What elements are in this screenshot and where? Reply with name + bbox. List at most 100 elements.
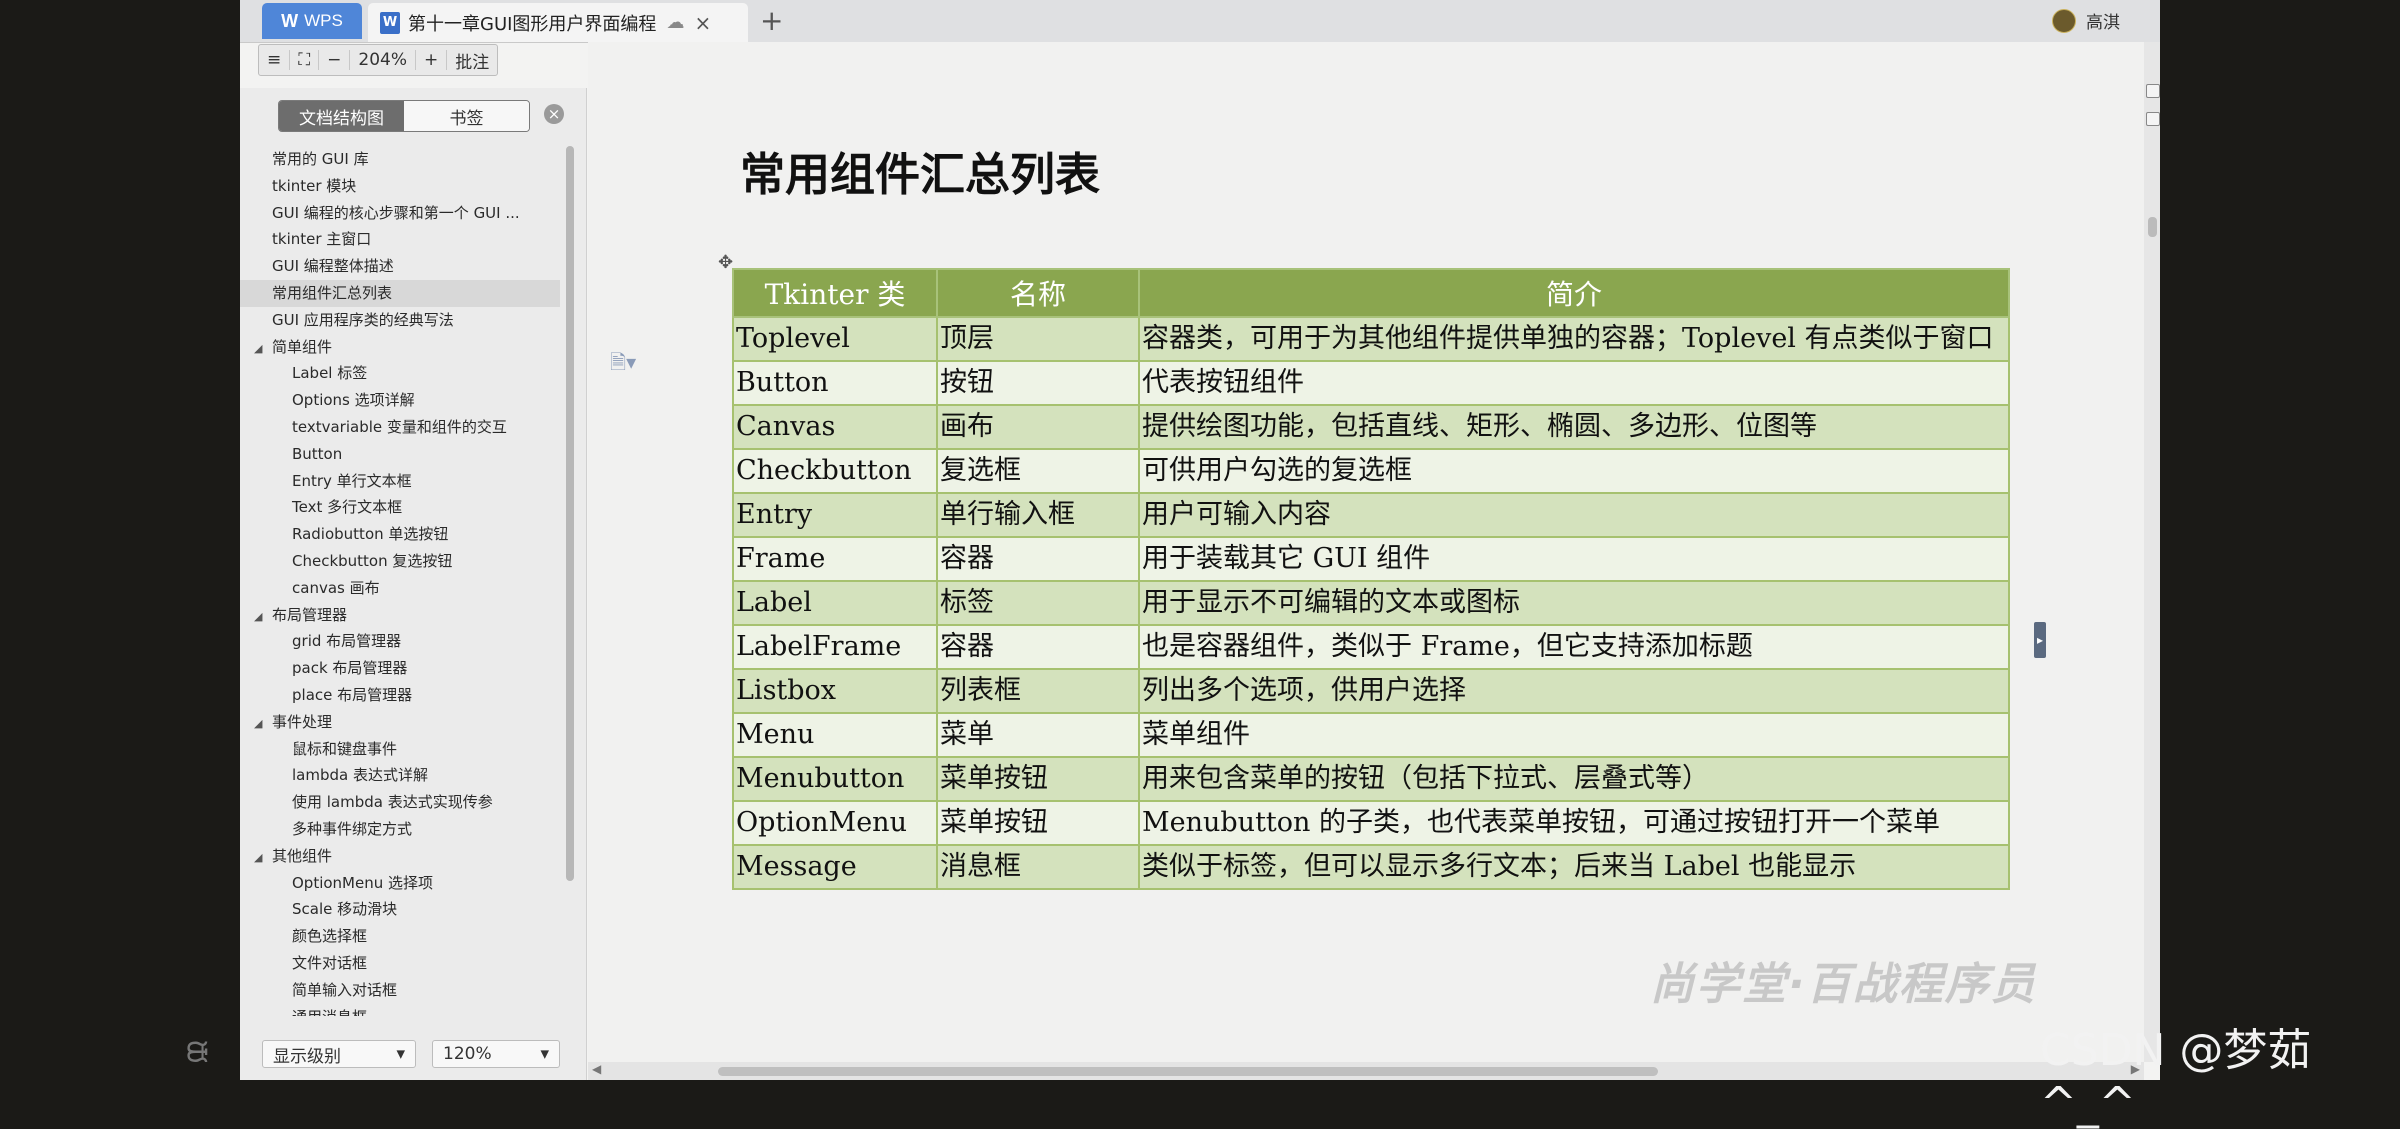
- expand-arrow-icon[interactable]: ◢: [254, 711, 272, 736]
- table-cell[interactable]: 容器: [936, 536, 1140, 582]
- sidebar-item[interactable]: ◢ 布局管理器: [240, 602, 560, 629]
- table-cell[interactable]: 菜单按钮: [936, 756, 1140, 802]
- table-cell[interactable]: 用户可输入内容: [1138, 492, 2010, 538]
- horizontal-scrollbar[interactable]: ◀ ▶: [588, 1062, 2144, 1080]
- table-cell[interactable]: 列表框: [936, 668, 1140, 714]
- table-cell[interactable]: Menubutton: [732, 756, 938, 802]
- sidebar-item[interactable]: 常用的 GUI 库: [240, 146, 560, 173]
- zoom-value[interactable]: 204%: [350, 50, 417, 70]
- table-cell[interactable]: 画布: [936, 404, 1140, 450]
- sidebar-item[interactable]: GUI 编程的核心步骤和第一个 GUI ...: [240, 200, 560, 227]
- menu-icon[interactable]: ≡: [259, 50, 291, 70]
- sidebar-item[interactable]: 颜色选择框: [240, 923, 560, 950]
- sidebar-item[interactable]: 文件对话框: [240, 950, 560, 977]
- table-cell[interactable]: 用于显示不可编辑的文本或图标: [1138, 580, 2010, 626]
- fit-page-icon[interactable]: ⛶: [290, 50, 320, 70]
- table-cell[interactable]: 也是容器组件，类似于 Frame，但它支持添加标题: [1138, 624, 2010, 670]
- document-tab[interactable]: W 第十一章GUI图形用户界面编程 ☁ ×: [368, 3, 748, 42]
- table-cell[interactable]: 可供用户勾选的复选框: [1138, 448, 2010, 494]
- sidebar-item[interactable]: canvas 画布: [240, 575, 560, 602]
- table-cell[interactable]: Message: [732, 844, 938, 890]
- sidebar-item[interactable]: Button: [240, 441, 560, 468]
- sidebar-item[interactable]: 常用组件汇总列表: [240, 279, 560, 307]
- sidebar-item[interactable]: 简单输入对话框: [240, 977, 560, 1004]
- table-cell[interactable]: 按钮: [936, 360, 1140, 406]
- sidebar-item[interactable]: tkinter 主窗口: [240, 226, 560, 253]
- zoom-out-button[interactable]: −: [319, 50, 351, 70]
- table-cell[interactable]: 容器: [936, 624, 1140, 670]
- sidebar-item[interactable]: grid 布局管理器: [240, 628, 560, 655]
- table-cell[interactable]: LabelFrame: [732, 624, 938, 670]
- expand-arrow-icon[interactable]: ◢: [254, 336, 272, 361]
- scroll-left-icon[interactable]: ◀: [592, 1062, 601, 1076]
- vertical-scrollbar[interactable]: [2144, 42, 2160, 1062]
- vertical-scroll-thumb[interactable]: [2148, 217, 2157, 237]
- table-cell[interactable]: Menubutton 的子类，也代表菜单按钮，可通过按钮打开一个菜单: [1138, 800, 2010, 846]
- nav-zoom-select[interactable]: 120% ▾: [432, 1040, 560, 1068]
- sidebar-item[interactable]: 多种事件绑定方式: [240, 816, 560, 843]
- sidebar-item[interactable]: Scale 移动滑块: [240, 896, 560, 923]
- sidebar-item[interactable]: GUI 应用程序类的经典写法: [240, 307, 560, 334]
- page-options-icon[interactable]: 🗎▾: [610, 348, 636, 382]
- new-tab-button[interactable]: +: [760, 4, 783, 37]
- sidebar-item[interactable]: Radiobutton 单选按钮: [240, 521, 560, 548]
- table-cell[interactable]: 复选框: [936, 448, 1140, 494]
- sidebar-item[interactable]: ◢ 其他组件: [240, 843, 560, 870]
- sidebar-item[interactable]: 鼠标和键盘事件: [240, 736, 560, 763]
- table-cell[interactable]: 菜单组件: [1138, 712, 2010, 758]
- sidebar-item[interactable]: GUI 编程整体描述: [240, 253, 560, 280]
- user-account[interactable]: 高淇: [2052, 8, 2120, 33]
- close-tab-icon[interactable]: ×: [694, 11, 711, 35]
- table-cell[interactable]: Listbox: [732, 668, 938, 714]
- sidebar-item[interactable]: textvariable 变量和组件的交互: [240, 414, 560, 441]
- sidebar-item[interactable]: ◢ 事件处理: [240, 709, 560, 736]
- table-cell[interactable]: 消息框: [936, 844, 1140, 890]
- tab-outline[interactable]: 文档结构图: [279, 101, 404, 131]
- table-cell[interactable]: 单行输入框: [936, 492, 1140, 538]
- table-cell[interactable]: OptionMenu: [732, 800, 938, 846]
- comment-button[interactable]: 批注: [447, 48, 497, 73]
- table-cell[interactable]: 标签: [936, 580, 1140, 626]
- tab-bookmarks[interactable]: 书签: [404, 101, 529, 131]
- sidebar-item[interactable]: OptionMenu 选择项: [240, 870, 560, 897]
- table-cell[interactable]: 菜单按钮: [936, 800, 1140, 846]
- top-arrow-icon[interactable]: [2146, 112, 2160, 126]
- table-cell[interactable]: Menu: [732, 712, 938, 758]
- sidebar-item[interactable]: Checkbutton 复选按钮: [240, 548, 560, 575]
- table-cell[interactable]: 用来包含菜单的按钮（包括下拉式、层叠式等）: [1138, 756, 2010, 802]
- table-cell[interactable]: 顶层: [936, 316, 1140, 362]
- horizontal-scroll-thumb[interactable]: [718, 1067, 1658, 1076]
- table-move-handle-icon[interactable]: ✥: [718, 252, 733, 273]
- nav-scrollbar[interactable]: [566, 146, 574, 881]
- table-cell[interactable]: 代表按钮组件: [1138, 360, 2010, 406]
- sidebar-item[interactable]: lambda 表达式详解: [240, 762, 560, 789]
- table-cell[interactable]: Checkbutton: [732, 448, 938, 494]
- close-icon[interactable]: ×: [544, 104, 564, 124]
- table-cell[interactable]: 菜单: [936, 712, 1140, 758]
- table-cell[interactable]: 用于装载其它 GUI 组件: [1138, 536, 2010, 582]
- sidebar-item[interactable]: place 布局管理器: [240, 682, 560, 709]
- wps-home-tab[interactable]: W WPS: [262, 3, 362, 39]
- expand-arrow-icon[interactable]: ◢: [254, 845, 272, 870]
- sidebar-item[interactable]: 通用消息框: [240, 1004, 560, 1017]
- table-cell[interactable]: 容器类，可用于为其他组件提供单独的容器；Toplevel 有点类似于窗口: [1138, 316, 2010, 362]
- table-cell[interactable]: Canvas: [732, 404, 938, 450]
- table-cell[interactable]: 提供绘图功能，包括直线、矩形、椭圆、多边形、位图等: [1138, 404, 2010, 450]
- table-cell[interactable]: Frame: [732, 536, 938, 582]
- expand-arrow-icon[interactable]: ◢: [254, 604, 272, 629]
- table-cell[interactable]: Button: [732, 360, 938, 406]
- table-cell[interactable]: 列出多个选项，供用户选择: [1138, 668, 2010, 714]
- zoom-in-button[interactable]: +: [416, 50, 448, 70]
- sidebar-item[interactable]: Text 多行文本框: [240, 494, 560, 521]
- sidebar-item[interactable]: ◢ 简单组件: [240, 334, 560, 361]
- sidebar-item[interactable]: 使用 lambda 表达式实现传参: [240, 789, 560, 816]
- table-cell[interactable]: Entry: [732, 492, 938, 538]
- level-select[interactable]: 显示级别 ▾: [262, 1040, 416, 1068]
- sidebar-item[interactable]: Options 选项详解: [240, 387, 560, 414]
- sidebar-item[interactable]: Label 标签: [240, 360, 560, 387]
- collapse-panel-icon[interactable]: ▸: [2034, 622, 2046, 658]
- sidebar-item[interactable]: Entry 单行文本框: [240, 468, 560, 495]
- table-cell[interactable]: 类似于标签，但可以显示多行文本；后来当 Label 也能显示: [1138, 844, 2010, 890]
- table-cell[interactable]: Toplevel: [732, 316, 938, 362]
- sidebar-item[interactable]: tkinter 模块: [240, 173, 560, 200]
